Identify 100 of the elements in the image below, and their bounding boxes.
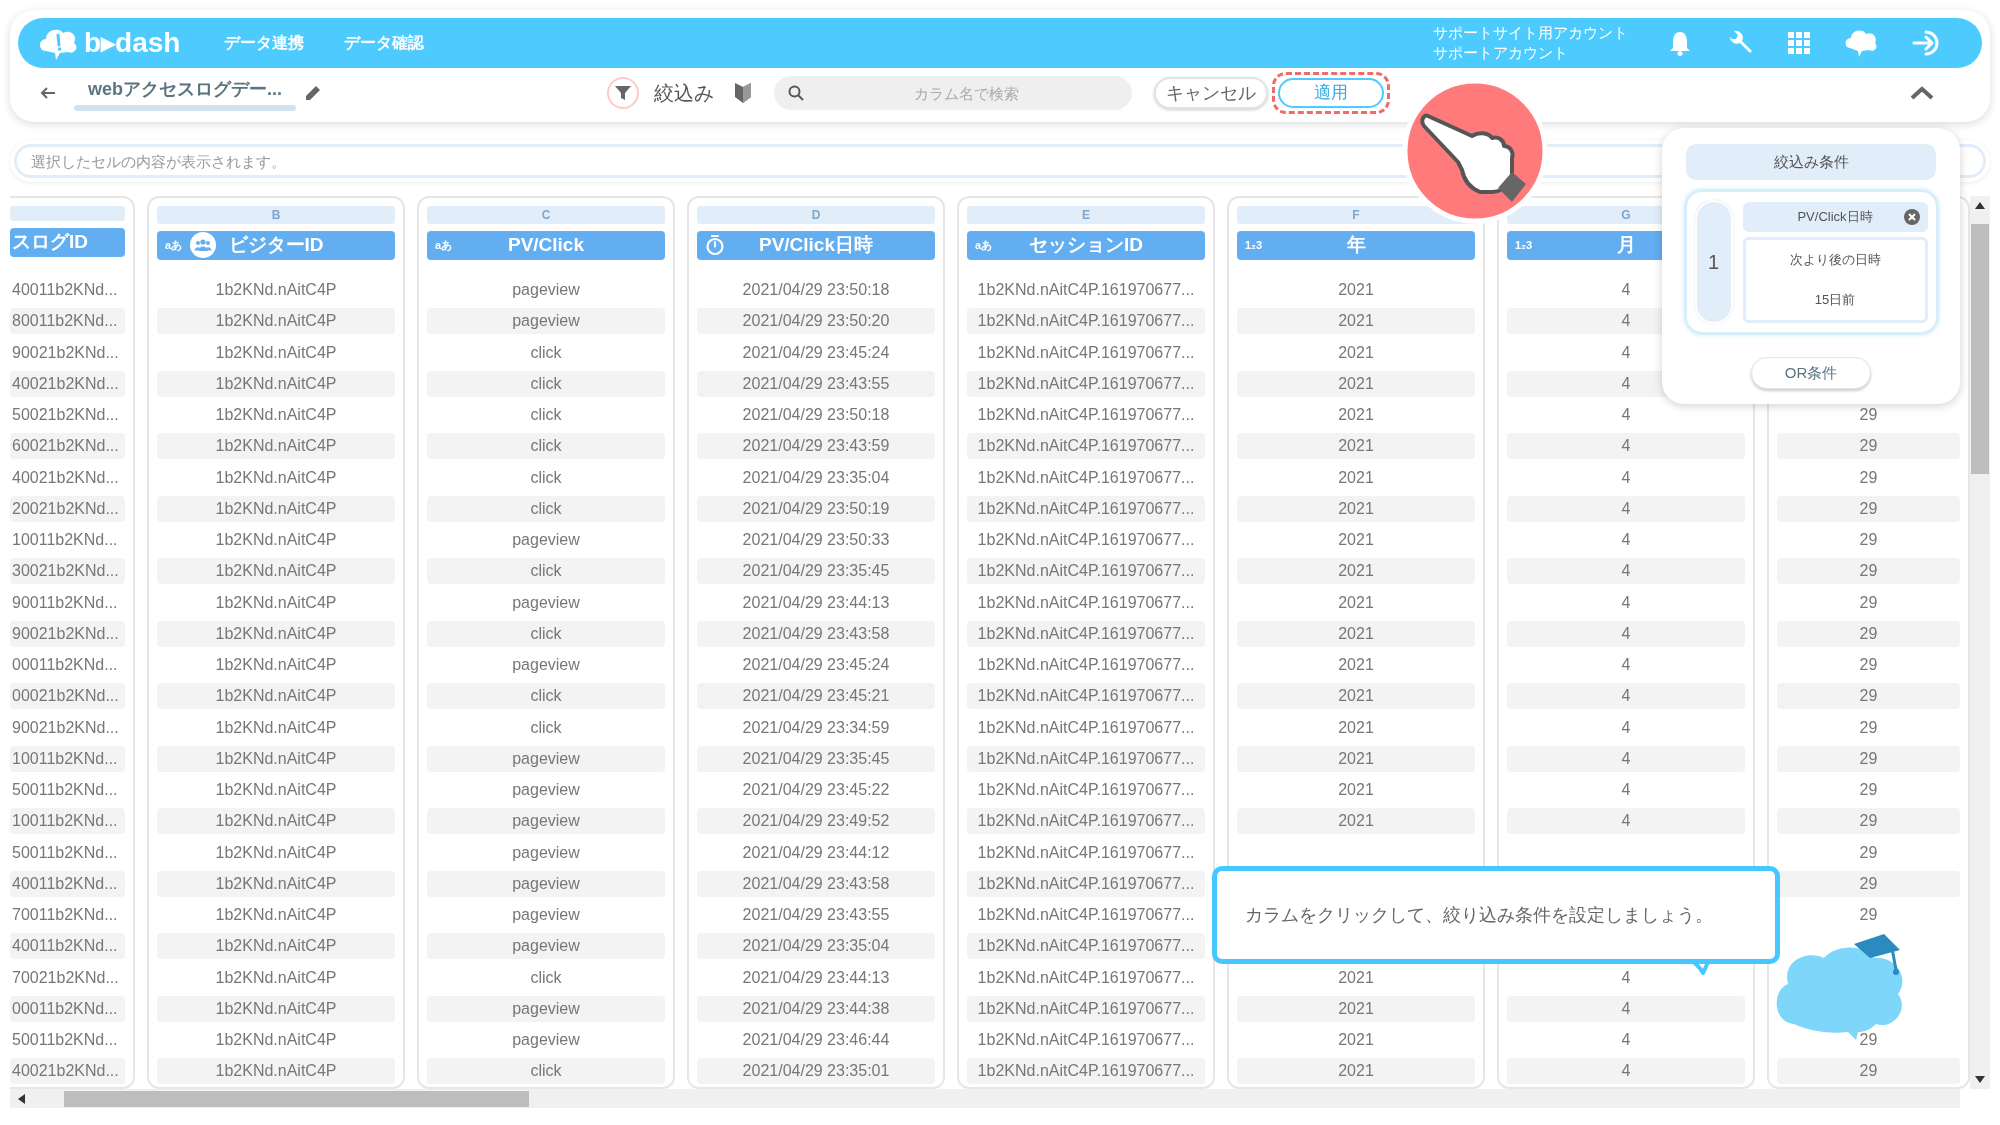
table-cell-text: click: [529, 717, 563, 738]
table-cell: 2021: [1237, 308, 1475, 335]
table-cell-text: 4: [1620, 592, 1632, 613]
horizontal-scrollbar[interactable]: [10, 1089, 1960, 1108]
table-cell-text: 50011b2KNd...: [11, 842, 119, 863]
logo[interactable]: b▸dash: [38, 25, 181, 61]
table-cell: 1b2KNd.nAitC4P.161970677...: [967, 745, 1205, 772]
nav-link[interactable]: データ確認: [344, 31, 425, 55]
table-cell: 29: [1777, 1058, 1960, 1085]
table-cell-text: 1b2KNd.nAitC4P.161970677...: [976, 842, 1196, 863]
table-cell: 00021b2KNd...: [10, 683, 125, 710]
table-cell: 1b2KNd.nAitC4P.161970677...: [967, 933, 1205, 960]
search-field[interactable]: カラム名で検索: [774, 76, 1132, 110]
column-title: 年: [1346, 233, 1366, 257]
column-title: PV/Click日時: [758, 233, 873, 257]
condition-body[interactable]: 次より後の日時 15日前: [1742, 236, 1928, 323]
column-title: PV/Click: [507, 233, 584, 257]
table-cell: pageview: [427, 745, 665, 772]
table-cell: 29: [1777, 808, 1960, 835]
table-cell-text: pageview: [511, 842, 581, 863]
table-cell: 1b2KNd.nAitC4P: [157, 433, 395, 460]
column-title: ビジターID: [228, 233, 324, 257]
table-cell: 60021b2KNd...: [10, 433, 125, 460]
pencil-icon[interactable]: [304, 84, 322, 102]
column-header[interactable]: aあ ビジターID: [157, 231, 395, 260]
nav-link[interactable]: データ連携: [224, 31, 305, 55]
table-cell-text: 4: [1620, 655, 1632, 676]
table-cell: 00011b2KNd...: [10, 995, 125, 1022]
column-header[interactable]: 1₂3 年: [1237, 231, 1475, 260]
table-cell: 2021/04/29 23:35:01: [697, 1058, 935, 1085]
vertical-scrollbar[interactable]: [1970, 196, 1990, 1089]
table-cell: 40011b2KNd...: [10, 870, 125, 897]
column-header[interactable]: スログID: [10, 227, 125, 258]
table-cell: 2021/04/29 23:35:04: [697, 933, 935, 960]
table-cell-text: 70011b2KNd...: [11, 905, 119, 926]
table-cell: 4: [1507, 495, 1745, 522]
table-cell-text: 1b2KNd.nAitC4P: [214, 280, 338, 301]
table-cell-text: 1b2KNd.nAitC4P.161970677...: [976, 1030, 1196, 1051]
table-cell-text: 1b2KNd.nAitC4P: [214, 467, 338, 488]
table-cell: pageview: [427, 808, 665, 835]
column-header[interactable]: PV/Click日時: [697, 231, 935, 260]
scroll-left-icon[interactable]: [18, 1093, 26, 1104]
table-cell-text: 40011b2KNd...: [11, 280, 119, 301]
table-cell-text: 4: [1620, 280, 1632, 301]
or-condition-button[interactable]: OR条件: [1751, 357, 1871, 389]
table-cell: click: [427, 558, 665, 585]
scrollbar-thumb[interactable]: [64, 1090, 529, 1107]
collapse-icon[interactable]: [1910, 86, 1934, 100]
table-cell-text: 2021: [1337, 342, 1375, 363]
table-cell: 4: [1507, 808, 1745, 835]
dataset-title[interactable]: webアクセスログデー...: [74, 75, 296, 103]
table-cell: 40021b2KNd...: [10, 370, 125, 397]
table-cell-text: click: [529, 967, 563, 988]
filter-button[interactable]: [607, 77, 639, 109]
table-cell-text: 1b2KNd.nAitC4P.161970677...: [976, 717, 1196, 738]
table-cell: 30021b2KNd...: [10, 558, 125, 585]
table-cell-text: click: [529, 467, 563, 488]
table-cell: 40021b2KNd...: [10, 1058, 125, 1085]
back-arrow-icon[interactable]: [40, 86, 56, 100]
column-header[interactable]: aあ セッションID: [967, 231, 1205, 260]
search-icon: [788, 85, 804, 101]
apply-button[interactable]: 適用: [1278, 78, 1384, 108]
table-cell: pageview: [427, 995, 665, 1022]
table-cell: 40011b2KNd...: [10, 933, 125, 960]
table-cell-text: 4: [1620, 967, 1632, 988]
table-cell-text: 90021b2KNd...: [11, 717, 120, 738]
table-cell-text: 2021/04/29 23:44:13: [741, 967, 891, 988]
table-cell-text: 29: [1858, 780, 1879, 801]
scroll-up-icon[interactable]: [1975, 202, 1985, 210]
table-cell: 1b2KNd.nAitC4P: [157, 370, 395, 397]
table-cell-text: click: [529, 342, 563, 363]
table-cell-text: 4: [1620, 1030, 1632, 1051]
beginner-mark-icon[interactable]: [734, 81, 752, 105]
condition-card[interactable]: 1 PV/Click日時 次より後の日時 15日前: [1683, 189, 1939, 335]
table-cell-text: 29: [1858, 842, 1879, 863]
table-cell-text: 1b2KNd.nAitC4P: [214, 842, 338, 863]
table-cell-text: 4: [1620, 405, 1632, 426]
table-cell-text: 2021/04/29 23:34:59: [741, 717, 891, 738]
table-cell: 1b2KNd.nAitC4P.161970677...: [967, 683, 1205, 710]
scroll-down-icon[interactable]: [1975, 1075, 1985, 1083]
table-cell: 4: [1507, 995, 1745, 1022]
cancel-button[interactable]: キャンセル: [1154, 77, 1268, 109]
table-cell: 2021/04/29 23:50:20: [697, 308, 935, 335]
table-cell-text: 4: [1620, 530, 1632, 551]
table-cell: 2021/04/29 23:49:52: [697, 808, 935, 835]
table-cell: click: [427, 1058, 665, 1085]
column-header[interactable]: aあ PV/Click: [427, 231, 665, 260]
type-label: aあ: [435, 238, 453, 253]
close-icon[interactable]: [1903, 208, 1920, 225]
table-cell: 4: [1507, 745, 1745, 772]
table-cell: 2021/04/29 23:43:58: [697, 620, 935, 647]
table-cell-text: 1b2KNd.nAitC4P.161970677...: [976, 967, 1196, 988]
table-cell-text: 2021: [1337, 967, 1375, 988]
column-letter-bar: D: [697, 206, 935, 224]
table-cell-text: 10011b2KNd...: [11, 530, 119, 551]
filter-label: 絞込み: [654, 81, 714, 106]
people-icon: [190, 232, 217, 259]
table-cell: 2021/04/29 23:43:55: [697, 370, 935, 397]
table-cell: 1b2KNd.nAitC4P.161970677...: [967, 995, 1205, 1022]
scrollbar-thumb[interactable]: [1971, 224, 1989, 474]
